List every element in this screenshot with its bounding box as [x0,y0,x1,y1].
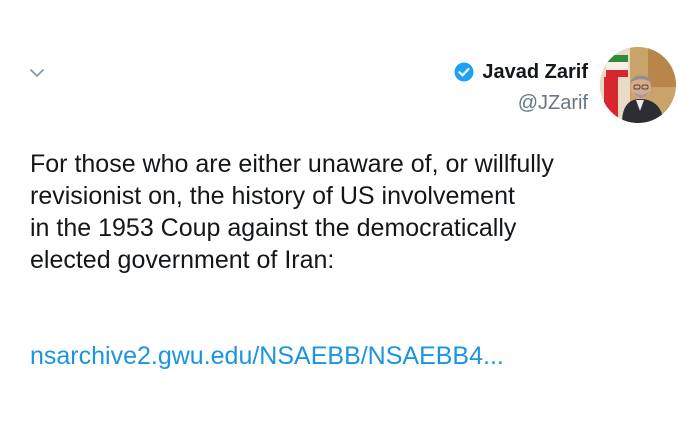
tweet-text: For those who are either unaware of, or … [30,150,554,274]
author-display-name[interactable]: Javad Zarif [482,61,588,84]
avatar-photo [600,47,676,123]
author-name-row: Javad Zarif [454,58,588,86]
chevron-down-icon[interactable] [26,62,48,84]
tweet-author: Javad Zarif @JZarif [454,58,588,115]
tweet-link[interactable]: nsarchive2.gwu.edu/NSAEBB/NSAEBB4... [30,340,504,372]
tweet-card: Javad Zarif @JZarif For those who are ei… [0,0,700,437]
avatar[interactable] [600,47,676,123]
verified-badge-icon [454,62,474,82]
author-handle[interactable]: @JZarif [454,92,588,115]
